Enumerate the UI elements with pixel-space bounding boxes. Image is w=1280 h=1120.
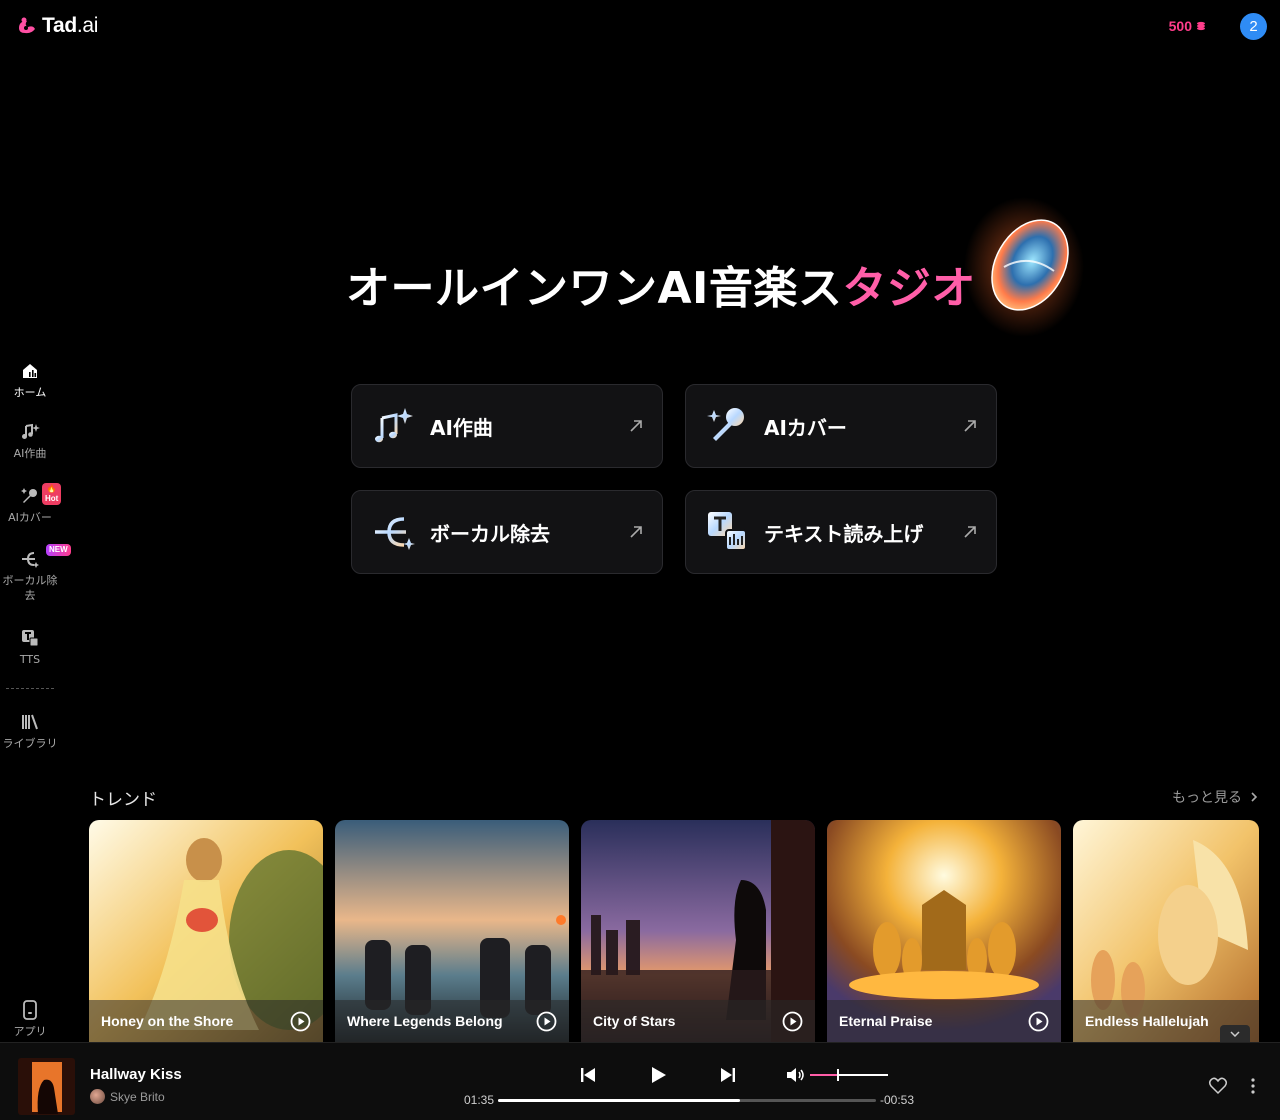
credits-balance[interactable]: 500 [1169, 18, 1206, 34]
artist-name: Skye Brito [110, 1089, 165, 1104]
sidebar-item-label: ライブラリ [2, 737, 58, 750]
text-speech-icon [19, 627, 41, 649]
feature-card-text-to-speech[interactable]: テキスト読み上げ [685, 490, 997, 574]
home-icon [19, 360, 41, 382]
track-title: Honey on the Shore [101, 1013, 234, 1029]
arrow-up-right-icon [964, 526, 976, 538]
library-icon [19, 711, 41, 733]
sidebar-divider [6, 688, 54, 689]
trend-track-card[interactable]: Eternal Praise [827, 820, 1061, 1042]
sidebar-item-library[interactable]: ライブラリ [0, 711, 60, 751]
hero-title-accent: タジオ [842, 263, 976, 314]
play-circle-icon[interactable] [536, 1011, 557, 1032]
sidebar-item-label: AI作曲 [13, 447, 47, 460]
now-playing-cover[interactable] [18, 1058, 75, 1115]
app-label: アプリ [13, 1025, 47, 1038]
track-caption: Where Legends Belong [335, 1000, 569, 1042]
progress-fill [498, 1099, 740, 1102]
now-playing-artist[interactable]: Skye Brito [90, 1089, 165, 1104]
track-title: Where Legends Belong [347, 1013, 503, 1029]
feature-card-ai-cover[interactable]: AIカバー [685, 384, 997, 468]
sidebar-item-label: TTS [19, 653, 41, 666]
volume-fill [810, 1074, 838, 1076]
sidebar-item-label: AIカバー [8, 511, 52, 524]
header: Tad.ai 500 2 [0, 0, 1280, 56]
feature-card-vocal-remover[interactable]: ボーカル除去 [351, 490, 663, 574]
text-to-speech-icon [708, 512, 747, 551]
sidebar-item-tts[interactable]: TTS [0, 627, 60, 667]
split-icon [19, 548, 41, 570]
trend-track-card[interactable]: City of Stars [581, 820, 815, 1042]
see-more-label: もっと見る [1172, 790, 1242, 806]
feature-label: AI作曲 [430, 415, 493, 440]
track-title: City of Stars [593, 1013, 676, 1029]
volume-slider[interactable] [810, 1069, 888, 1081]
microphone-icon [707, 408, 744, 441]
sidebar-item-ai-cover[interactable]: 🔥Hot AIカバー [0, 483, 62, 525]
feature-label: ボーカル除去 [430, 521, 550, 546]
artist-avatar [90, 1089, 105, 1104]
volume-icon[interactable] [784, 1064, 806, 1086]
elapsed-time: 01:35 [464, 1093, 495, 1107]
track-title: Eternal Praise [839, 1013, 933, 1029]
heart-icon[interactable] [1208, 1076, 1228, 1096]
sidebar-item-vocal-remover[interactable]: NEW ボーカル除去 [0, 544, 71, 603]
collapse-player-button[interactable] [1220, 1025, 1250, 1043]
volume-knob[interactable] [837, 1069, 840, 1081]
trend-track-card[interactable]: Honey on the Shore [89, 820, 323, 1042]
now-playing-title[interactable]: Hallway Kiss [90, 1066, 182, 1083]
phone-icon [23, 1000, 37, 1020]
sidebar-item-label: ホーム [13, 386, 47, 399]
track-title: Endless Hallelujah [1085, 1013, 1209, 1029]
track-caption: Honey on the Shore [89, 1000, 323, 1042]
trend-track-card[interactable]: Where Legends Belong [335, 820, 569, 1042]
account-avatar[interactable]: 2 [1240, 13, 1267, 40]
music-player-bar: Hallway Kiss Skye Brito 01:35 -00:53 [0, 1042, 1280, 1120]
music-sparkle-icon [19, 421, 41, 443]
play-circle-icon[interactable] [782, 1011, 803, 1032]
chevron-down-icon [1230, 1031, 1240, 1037]
hero-title: オールインワンAI音楽スタジオ [346, 263, 976, 314]
play-circle-icon[interactable] [1028, 1011, 1049, 1032]
play-icon[interactable] [646, 1063, 670, 1087]
remaining-time: -00:53 [880, 1093, 915, 1107]
sidebar-item-label: ボーカル除去 [2, 574, 58, 602]
sidebar-item-home[interactable]: ホーム [0, 360, 60, 400]
arrow-up-right-icon [630, 420, 642, 432]
sidebar-item-ai-compose[interactable]: AI作曲 [0, 421, 60, 461]
music-notes-icon [375, 408, 413, 443]
chevron-right-icon [1251, 792, 1258, 802]
more-options-icon[interactable] [1246, 1076, 1260, 1096]
feature-label: テキスト読み上げ [764, 521, 924, 546]
track-caption: Eternal Praise [827, 1000, 1061, 1042]
skip-forward-icon[interactable] [716, 1063, 740, 1087]
see-more-link[interactable]: もっと見る [1172, 787, 1258, 807]
coin-icon [1197, 21, 1205, 31]
arrow-up-right-icon [630, 526, 642, 538]
microphone-sparkle-icon [19, 485, 41, 507]
app-download-link[interactable]: アプリ [0, 1000, 60, 1039]
hot-badge: 🔥Hot [42, 483, 62, 505]
logo-text: Tad.ai [42, 14, 99, 37]
feature-card-ai-compose[interactable]: AI作曲 [351, 384, 663, 468]
vocal-split-icon [375, 517, 415, 550]
progress-bar[interactable] [498, 1099, 876, 1102]
logo-icon [19, 17, 35, 34]
trend-section-title: トレンド [89, 790, 157, 810]
feature-label: AIカバー [764, 415, 847, 440]
credits-value: 500 [1168, 18, 1192, 34]
play-circle-icon[interactable] [290, 1011, 311, 1032]
trend-track-card[interactable]: Endless Hallelujah [1073, 820, 1259, 1042]
logo[interactable]: Tad.ai [16, 14, 98, 38]
new-badge: NEW [46, 544, 71, 556]
arrow-up-right-icon [964, 420, 976, 432]
skip-back-icon[interactable] [576, 1063, 600, 1087]
track-caption: City of Stars [581, 1000, 815, 1042]
